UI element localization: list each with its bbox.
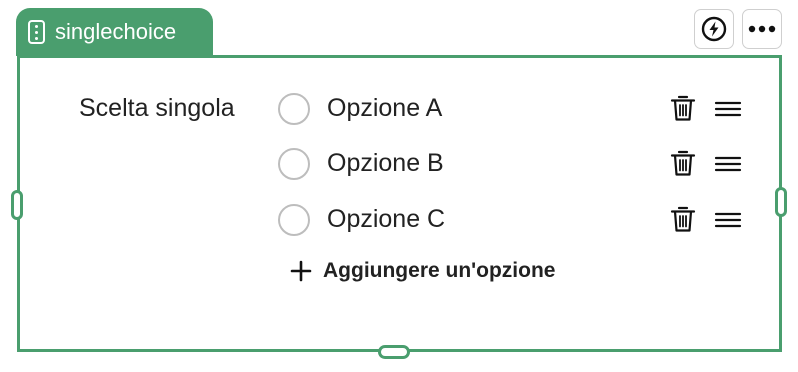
drag-handle-icon[interactable] — [714, 209, 742, 231]
option-label[interactable]: Opzione B — [327, 149, 444, 178]
trash-icon[interactable] — [670, 205, 696, 233]
drag-handle-icon[interactable] — [714, 153, 742, 175]
add-option-label: Aggiungere un'opzione — [323, 259, 556, 282]
option-radio[interactable] — [278, 93, 310, 125]
drag-handle-icon[interactable] — [714, 98, 742, 120]
more-horizontal-icon — [748, 25, 776, 33]
option-label[interactable]: Opzione C — [327, 205, 445, 234]
resize-handle-right[interactable] — [775, 187, 787, 217]
add-option-button[interactable]: Aggiungere un'opzione — [290, 259, 555, 283]
dots-vertical-icon — [28, 20, 45, 44]
more-options-button[interactable] — [742, 9, 782, 49]
option-radio[interactable] — [278, 204, 310, 236]
resize-handle-left[interactable] — [11, 190, 23, 220]
option-label[interactable]: Opzione A — [327, 94, 442, 123]
trash-icon[interactable] — [670, 94, 696, 122]
option-row: Opzione C — [278, 203, 748, 239]
plus-icon — [290, 260, 312, 282]
question-type-tab[interactable]: singlechoice — [16, 8, 213, 56]
bolt-icon — [701, 16, 727, 42]
logic-button[interactable] — [694, 9, 734, 49]
option-row: Opzione A — [278, 92, 748, 128]
option-row: Opzione B — [278, 147, 748, 183]
question-type-label: singlechoice — [55, 19, 177, 44]
option-radio[interactable] — [278, 148, 310, 180]
trash-icon[interactable] — [670, 149, 696, 177]
resize-handle-bottom[interactable] — [378, 345, 410, 359]
question-title[interactable]: Scelta singola — [79, 94, 235, 123]
question-editor: singlechoice Scelta singola Opzione A Op… — [0, 0, 798, 372]
